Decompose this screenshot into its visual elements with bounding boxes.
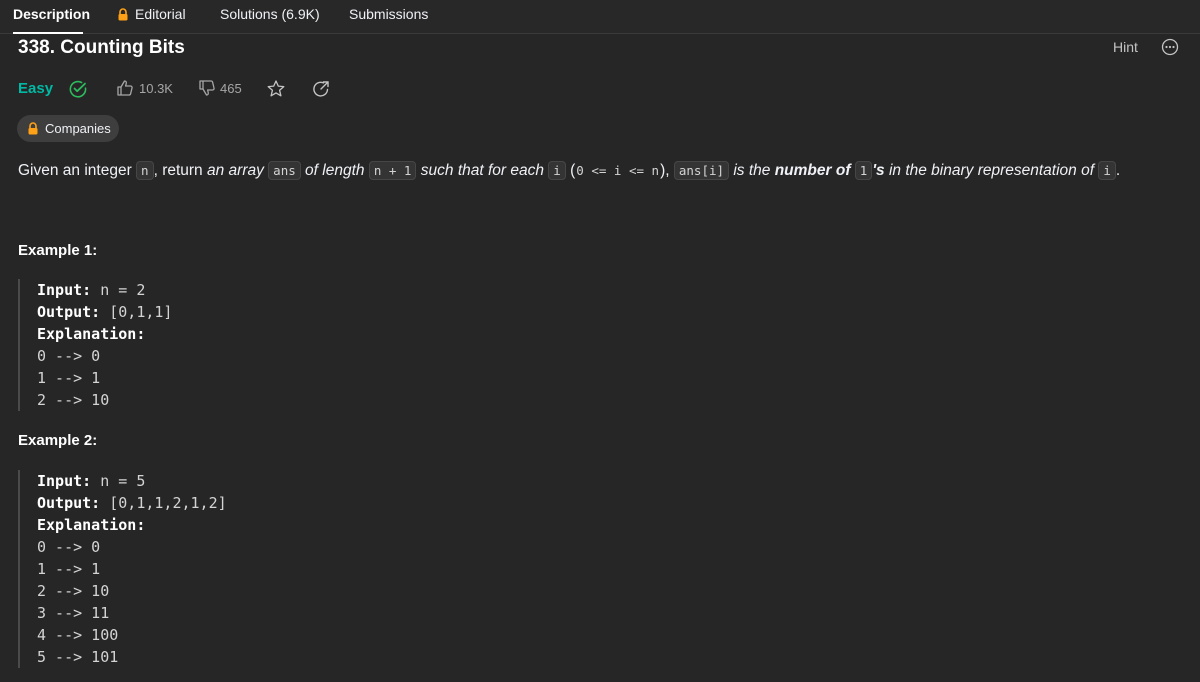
- explanation-line: 5 --> 101: [37, 648, 119, 666]
- companies-label: Companies: [45, 121, 111, 136]
- inline-code: ans[i]: [673, 161, 730, 180]
- example-input-line: Input: n = 5: [37, 470, 518, 492]
- tab-solutions-label: Solutions (6.9K): [220, 6, 320, 22]
- explanation-line: 4 --> 100: [37, 626, 119, 644]
- output-label: Output:: [37, 494, 101, 512]
- output-value: [0,1,1]: [109, 303, 173, 321]
- tab-editorial-label: Editorial: [135, 6, 186, 22]
- inline-code: ans: [268, 161, 301, 180]
- explanation-line: 0 --> 0: [37, 347, 101, 365]
- star-icon[interactable]: [266, 79, 286, 99]
- explanation-line: 1 --> 1: [37, 560, 101, 578]
- desc-text: .: [1115, 162, 1121, 179]
- explanation-line: 1 --> 1: [37, 369, 101, 387]
- companies-button[interactable]: Companies: [17, 115, 119, 142]
- tab-description-label: Description: [13, 6, 91, 22]
- example-2-title: Example 2:: [18, 432, 98, 449]
- desc-bold: number of: [774, 162, 855, 179]
- thumbs-down-icon[interactable]: [198, 79, 216, 97]
- inline-code: 1: [854, 161, 873, 180]
- output-label: Output:: [37, 303, 101, 321]
- desc-text: Given an integer: [18, 162, 137, 179]
- desc-italic: in the binary representation of: [884, 162, 1099, 179]
- input-label: Input:: [37, 281, 92, 299]
- like-count: 10.3K: [139, 81, 173, 96]
- desc-text: (: [565, 162, 576, 179]
- explanation-line: 2 --> 10: [37, 582, 110, 600]
- example-input-line: Input: n = 2: [37, 279, 518, 301]
- share-icon[interactable]: [311, 79, 331, 99]
- tab-bar: Description Editorial Solutions (6.9K) S…: [0, 0, 1200, 34]
- explanation-line: 2 --> 10: [37, 391, 110, 409]
- lock-icon: [28, 122, 38, 135]
- lock-icon: [118, 8, 128, 21]
- desc-italic: of length: [300, 162, 369, 179]
- desc-text: , return: [153, 162, 207, 179]
- solved-check-icon: [69, 80, 87, 98]
- desc-bold: 's: [872, 162, 885, 179]
- problem-description: Given an integer n, return an array ans …: [18, 158, 1198, 184]
- inline-code: n: [136, 161, 154, 180]
- output-value: [0,1,1,2,1,2]: [109, 494, 227, 512]
- input-value: n = 5: [100, 472, 146, 490]
- example-output-line: Output: [0,1,1]: [37, 301, 518, 323]
- tab-solutions[interactable]: Solutions (6.9K): [220, 0, 320, 34]
- hint-button[interactable]: Hint: [1113, 38, 1138, 56]
- difficulty-badge: Easy: [18, 80, 54, 97]
- desc-text: ),: [660, 162, 674, 179]
- example-1-title: Example 1:: [18, 242, 98, 259]
- problem-title: 338. Counting Bits: [18, 37, 185, 58]
- explanation-label-text: Explanation:: [37, 325, 146, 343]
- more-options-icon[interactable]: [1161, 38, 1179, 56]
- inline-code: i: [548, 161, 566, 180]
- inline-code: 0 <= i <= n: [576, 163, 660, 178]
- input-label: Input:: [37, 472, 92, 490]
- dislike-count: 465: [220, 81, 242, 96]
- tab-description[interactable]: Description: [13, 0, 90, 34]
- example-1-block: Input: n = 2 Output: [0,1,1] Explanation…: [18, 279, 518, 411]
- explanation-label: Explanation:: [37, 514, 518, 536]
- inline-code: i: [1098, 161, 1116, 180]
- tab-editorial[interactable]: Editorial: [117, 0, 186, 34]
- explanation-line: 3 --> 11: [37, 604, 110, 622]
- desc-italic: is the: [729, 162, 775, 179]
- input-value: n = 2: [100, 281, 146, 299]
- explanation-label: Explanation:: [37, 323, 518, 345]
- inline-code: n + 1: [368, 161, 417, 180]
- desc-italic: such that for each: [416, 162, 549, 179]
- explanation-label-text: Explanation:: [37, 516, 146, 534]
- tab-submissions[interactable]: Submissions: [349, 0, 428, 34]
- problem-meta-row: Easy 10.3K 465: [18, 76, 418, 102]
- thumbs-up-icon[interactable]: [116, 79, 134, 97]
- tab-submissions-label: Submissions: [349, 6, 429, 22]
- example-output-line: Output: [0,1,1,2,1,2]: [37, 492, 518, 514]
- desc-italic: an array: [207, 162, 269, 179]
- example-2-block: Input: n = 5 Output: [0,1,1,2,1,2] Expla…: [18, 470, 518, 668]
- explanation-line: 0 --> 0: [37, 538, 101, 556]
